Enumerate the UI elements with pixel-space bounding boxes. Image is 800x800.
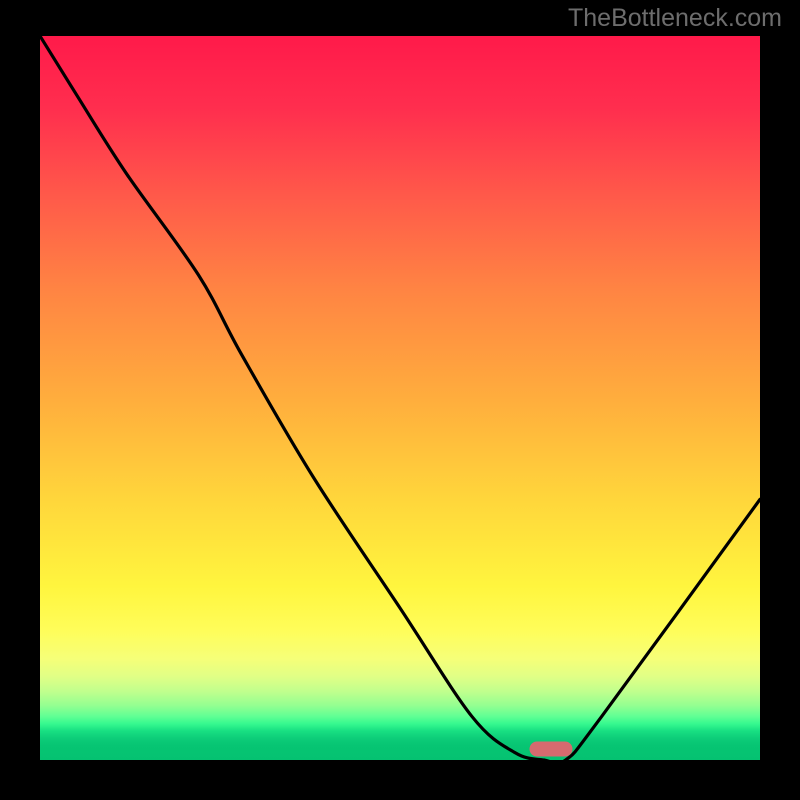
optimal-marker: [530, 742, 573, 757]
curve-path: [40, 36, 760, 760]
watermark-text: TheBottleneck.com: [568, 4, 782, 33]
plot-area: [40, 36, 760, 760]
bottleneck-curve: [40, 36, 760, 760]
